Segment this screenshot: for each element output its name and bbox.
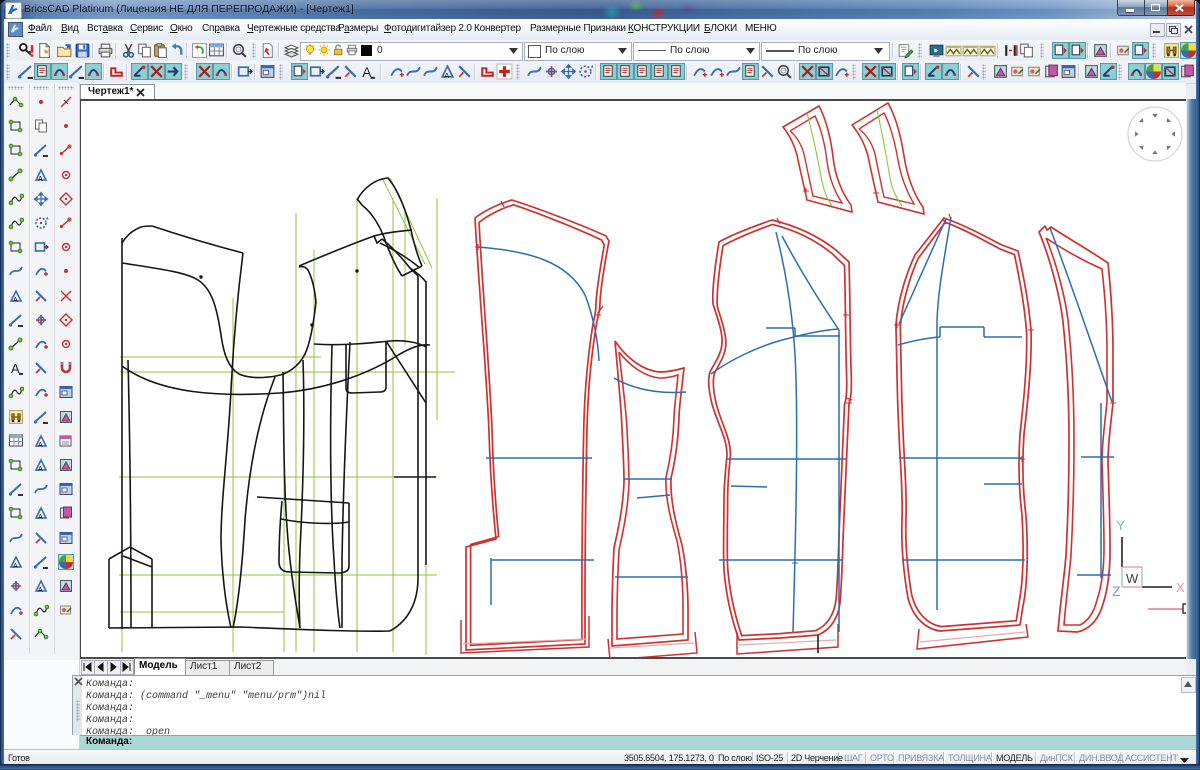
svg-text:X: X <box>1176 580 1185 595</box>
svg-text:A: A <box>38 466 43 473</box>
svg-text:A: A <box>13 297 18 304</box>
svg-text:A: A <box>38 587 43 594</box>
svg-text:A: A <box>13 563 18 570</box>
svg-text:A: A <box>38 514 43 521</box>
svg-text:A: A <box>38 176 43 183</box>
svg-text:W: W <box>1126 571 1139 586</box>
svg-text:Y: Y <box>1116 517 1126 533</box>
svg-text:A: A <box>38 442 43 449</box>
svg-text:A: A <box>444 71 449 80</box>
svg-text:A: A <box>11 361 20 376</box>
svg-text:Z: Z <box>1112 583 1121 599</box>
